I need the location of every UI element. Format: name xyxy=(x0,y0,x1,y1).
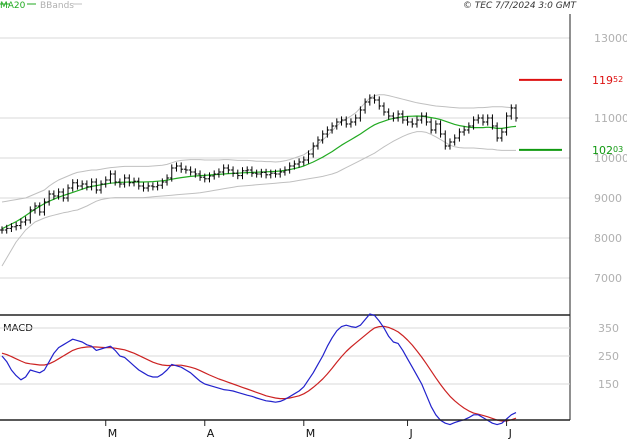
chart-header: MA20 BBands © TEC 7/7/2024 3:0 GMT xyxy=(0,1,577,11)
price-tick-label: 8000 xyxy=(594,232,622,245)
price-tick-label: 13000 xyxy=(594,32,627,45)
price-plot-area xyxy=(0,14,570,312)
resistance-level-label-sup: 52 xyxy=(613,75,623,84)
ma20-legend-label: MA20 xyxy=(0,1,26,11)
resistance-level-label: 11952 xyxy=(592,74,623,87)
x-axis-tick-label: J xyxy=(508,427,512,440)
x-axis-tick-label: M xyxy=(108,427,118,440)
price-tick-label: 10000 xyxy=(594,152,627,165)
x-axis-tick-label: M xyxy=(306,427,316,440)
macd-grid xyxy=(0,327,570,385)
price-y-axis-ticks: 13000 11000 10000 9000 8000 7000 xyxy=(594,32,627,285)
macd-series xyxy=(1,313,517,426)
bbands-legend-label: BBands xyxy=(40,1,74,11)
macd-tick-label: 350 xyxy=(598,322,619,335)
price-tick-label: 11000 xyxy=(594,112,627,125)
chart-timestamp: © TEC 7/7/2024 3:0 GMT xyxy=(463,1,578,11)
resistance-level-label-main: 119 xyxy=(592,74,613,87)
macd-tick-label: 150 xyxy=(598,378,619,391)
macd-tick-label: 250 xyxy=(598,350,619,363)
macd-panel: MACD 350250150 xyxy=(0,313,619,426)
stock-chart: 1195210203 130001100010000900080007000 M… xyxy=(0,1,627,440)
macd-line xyxy=(1,313,517,426)
x-axis-tick-label: J xyxy=(409,427,413,440)
price-tick-label: 7000 xyxy=(594,272,622,285)
price-panel: 1195210203 130001100010000900080007000 xyxy=(0,14,627,312)
x-axis-tick-label: A xyxy=(207,427,215,440)
macd-y-axis-ticks: 350 250 150 xyxy=(598,322,619,391)
x-axis: MAMJJ xyxy=(105,420,512,440)
price-tick-label: 9000 xyxy=(594,192,622,205)
